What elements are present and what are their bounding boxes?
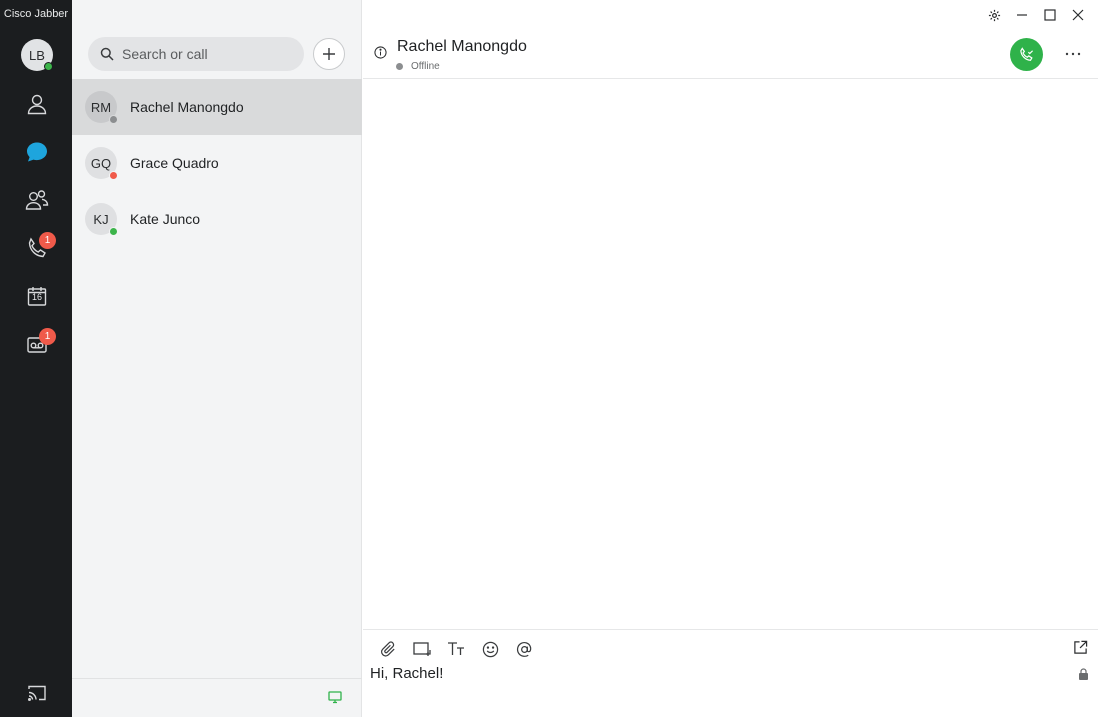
attach-button[interactable] [371, 636, 405, 662]
minimize-button[interactable] [1008, 6, 1036, 24]
gear-icon [988, 9, 1000, 21]
rail-calendar[interactable]: 16 [24, 283, 50, 309]
jabber-window: Cisco Jabber LB 1 16 1 Search or call RM… [0, 0, 1098, 717]
chat-header: Rachel Manongdo Offline [363, 30, 1098, 79]
avatar: GQ [85, 147, 118, 180]
close-icon [1072, 9, 1084, 21]
my-status-dot [44, 62, 53, 71]
contacts-footer [72, 678, 362, 717]
cast-icon [28, 685, 46, 701]
person-icon [27, 94, 47, 115]
at-sign-icon [516, 641, 531, 657]
composer-toolbar [371, 636, 541, 662]
settings-button[interactable] [980, 6, 1008, 24]
rail-chats[interactable] [24, 139, 50, 165]
contact-row-rachel-manongdo[interactable]: RM Rachel Manongdo [72, 79, 362, 135]
voicemail-badge: 1 [39, 328, 56, 345]
status-dot [109, 115, 118, 124]
navigation-rail: Cisco Jabber LB 1 16 1 [0, 0, 72, 717]
text-format-button[interactable] [439, 636, 473, 662]
calls-badge: 1 [39, 232, 56, 249]
search-input[interactable] [122, 46, 292, 62]
contact-name: Rachel Manongdo [130, 99, 244, 115]
call-button[interactable] [1010, 38, 1043, 71]
presence-status: Offline [396, 61, 440, 72]
more-options-button[interactable] [1063, 44, 1083, 64]
my-initials: LB [29, 47, 45, 63]
popout-icon [1073, 640, 1087, 654]
my-avatar[interactable]: LB [21, 39, 53, 71]
window-controls [980, 6, 1092, 24]
chat-contact-name: Rachel Manongdo [397, 38, 527, 55]
paperclip-icon [380, 640, 395, 657]
maximize-button[interactable] [1036, 6, 1064, 24]
popout-button[interactable] [1070, 637, 1090, 657]
avatar-initials: RM [90, 99, 112, 115]
maximize-icon [1044, 9, 1056, 21]
status-dot [109, 171, 118, 180]
phone-icon [1020, 47, 1034, 61]
desktop-phone-icon[interactable] [328, 690, 342, 704]
presence-dot [396, 63, 403, 70]
info-icon[interactable] [374, 46, 387, 59]
avatar-initials: GQ [90, 155, 112, 171]
contact-name: Kate Junco [130, 211, 201, 227]
smiley-icon [482, 641, 498, 657]
plus-icon [323, 48, 335, 60]
contact-name: Grace Quadro [130, 155, 219, 171]
presence-text: Offline [411, 61, 440, 72]
close-button[interactable] [1064, 6, 1092, 24]
conversation-list-panel: RM Rachel Manongdo GQ Grace Quadro KJ Ka… [72, 0, 362, 717]
chat-pane: Rachel Manongdo Offline [363, 0, 1098, 717]
lock-icon [1079, 668, 1088, 680]
more-icon [1065, 52, 1081, 56]
rail-contacts[interactable] [24, 91, 50, 117]
message-composer [363, 629, 1098, 717]
avatar: RM [85, 91, 118, 124]
people-icon [25, 190, 49, 210]
contact-row-grace-quadro[interactable]: GQ Grace Quadro [72, 135, 362, 191]
app-title: Cisco Jabber [3, 8, 69, 20]
avatar: KJ [85, 203, 118, 236]
mention-button[interactable] [507, 636, 541, 662]
chat-bubble-icon [27, 142, 47, 162]
screenshot-button[interactable] [405, 636, 439, 662]
status-dot [109, 227, 118, 236]
rail-cast[interactable] [24, 680, 50, 706]
minimize-icon [1017, 14, 1027, 16]
calendar-day: 16 [31, 292, 42, 302]
message-input[interactable] [370, 662, 1060, 684]
rail-meetings[interactable] [24, 187, 50, 213]
add-button[interactable] [313, 38, 345, 70]
text-format-icon [448, 642, 464, 655]
screen-capture-icon [413, 642, 431, 656]
contact-row-kate-junco[interactable]: KJ Kate Junco [72, 191, 362, 247]
avatar-initials: KJ [93, 211, 109, 227]
emoji-button[interactable] [473, 636, 507, 662]
search-icon [100, 47, 114, 61]
search-box[interactable] [88, 37, 304, 71]
